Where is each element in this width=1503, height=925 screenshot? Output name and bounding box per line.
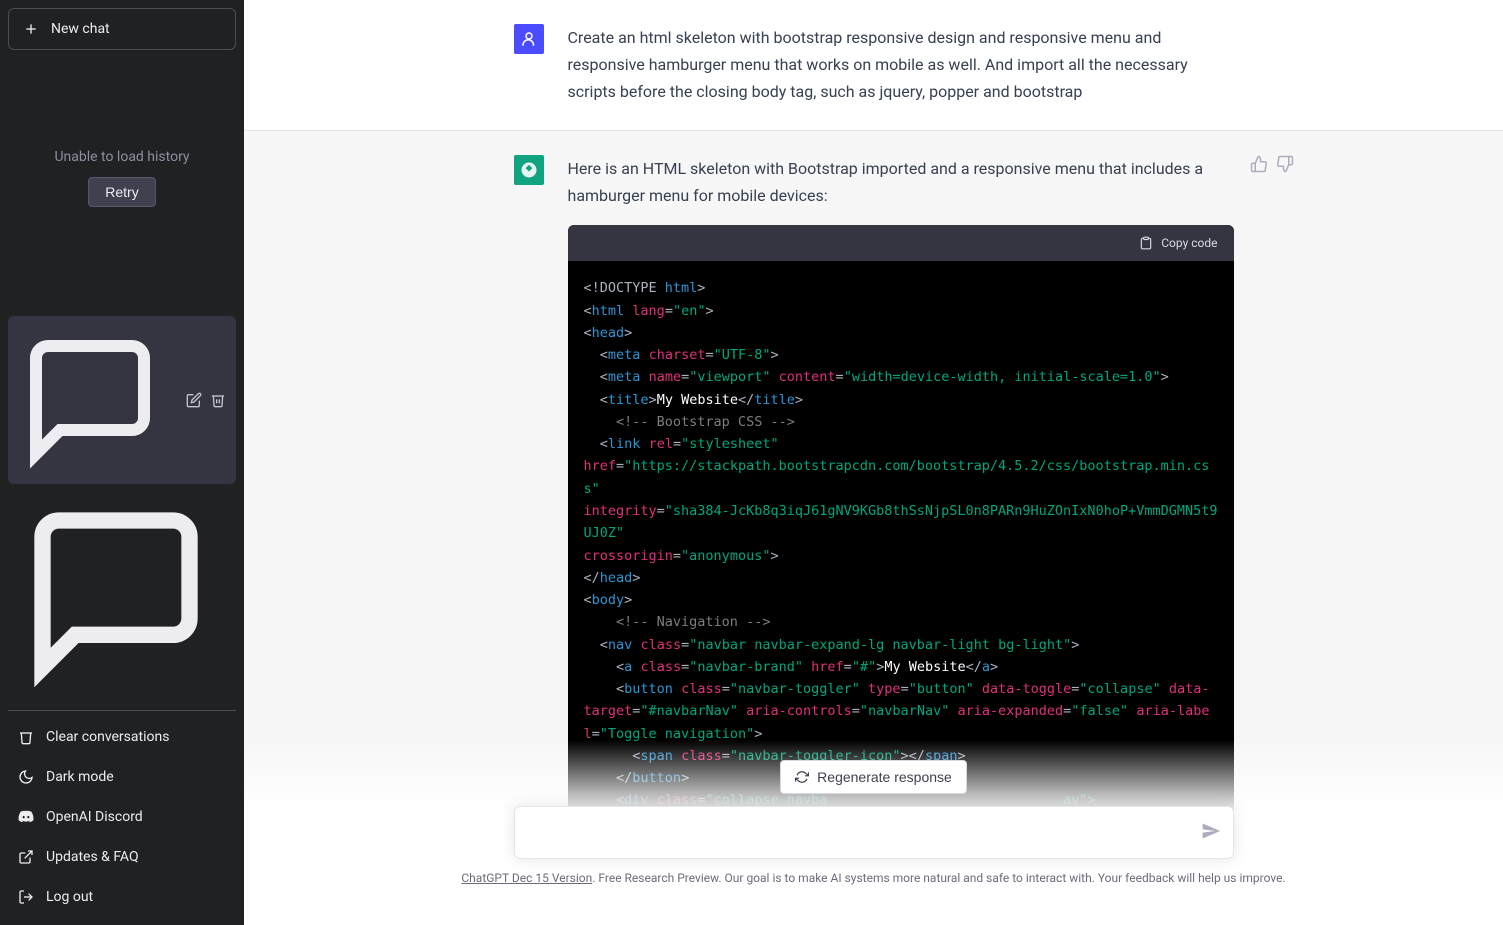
thumbs-down-icon[interactable] <box>1276 155 1294 173</box>
logout-button[interactable]: Log out <box>8 877 236 917</box>
openai-icon <box>520 161 538 179</box>
chat-item-active[interactable]: HTML Bootstrap Skelet <box>8 316 236 484</box>
input-area: Regenerate response ChatGPT Dec 15 Versi… <box>244 740 1503 925</box>
chat-icon <box>18 496 214 692</box>
send-button[interactable] <box>1201 821 1221 845</box>
logout-label: Log out <box>46 889 93 905</box>
code-header: Copy code <box>568 225 1234 261</box>
external-link-icon <box>18 849 34 865</box>
history-error-area: Unable to load history Retry <box>8 50 236 306</box>
moon-icon <box>18 769 34 785</box>
plus-icon <box>23 21 39 37</box>
chat-list: HTML Bootstrap Skelet Create Portfolio W… <box>8 316 236 704</box>
retry-button[interactable]: Retry <box>88 177 155 207</box>
sidebar: New chat Unable to load history Retry HT… <box>0 0 244 925</box>
refresh-icon <box>795 770 809 784</box>
discord-label: OpenAI Discord <box>46 809 143 825</box>
assistant-intro-text: Here is an HTML skeleton with Bootstrap … <box>568 155 1234 209</box>
dark-mode-button[interactable]: Dark mode <box>8 757 236 797</box>
trash-icon[interactable] <box>210 392 226 408</box>
regenerate-button[interactable]: Regenerate response <box>780 760 967 794</box>
clear-label: Clear conversations <box>46 729 169 745</box>
message-feedback <box>1250 155 1294 173</box>
user-message-text: Create an html skeleton with bootstrap r… <box>568 24 1234 106</box>
sidebar-bottom: Clear conversations Dark mode OpenAI Dis… <box>8 710 236 917</box>
updates-label: Updates & FAQ <box>46 849 139 865</box>
main-area: Create an html skeleton with bootstrap r… <box>244 0 1503 925</box>
footer-note: ChatGPT Dec 15 Version. Free Research Pr… <box>461 871 1285 885</box>
copy-code-button[interactable]: Copy code <box>1161 233 1217 253</box>
version-link[interactable]: ChatGPT Dec 15 Version <box>461 871 592 885</box>
user-icon <box>520 30 538 48</box>
edit-icon[interactable] <box>186 392 202 408</box>
assistant-avatar <box>514 155 544 185</box>
regenerate-label: Regenerate response <box>817 769 952 785</box>
updates-button[interactable]: Updates & FAQ <box>8 837 236 877</box>
assistant-message-content: Here is an HTML skeleton with Bootstrap … <box>568 155 1234 828</box>
dark-label: Dark mode <box>46 769 114 785</box>
user-avatar <box>514 24 544 54</box>
new-chat-button[interactable]: New chat <box>8 8 236 50</box>
footer-text: . Free Research Preview. Our goal is to … <box>592 871 1285 885</box>
code-block: Copy code <!DOCTYPE html> <html lang="en… <box>568 225 1234 828</box>
trash-icon <box>18 729 34 745</box>
discord-button[interactable]: OpenAI Discord <box>8 797 236 837</box>
chat-icon <box>18 328 162 472</box>
user-message-row: Create an html skeleton with bootstrap r… <box>244 0 1503 130</box>
message-input[interactable] <box>531 821 1185 840</box>
message-input-box[interactable] <box>514 806 1234 859</box>
send-icon <box>1201 821 1221 841</box>
new-chat-label: New chat <box>51 21 110 37</box>
clipboard-icon <box>1139 236 1153 250</box>
clear-conversations-button[interactable]: Clear conversations <box>8 717 236 757</box>
logout-icon <box>18 889 34 905</box>
chat-item[interactable]: Create Portfolio Webpage <box>8 484 236 704</box>
history-error-text: Unable to load history <box>54 149 189 165</box>
discord-icon <box>18 809 34 825</box>
thumbs-up-icon[interactable] <box>1250 155 1268 173</box>
